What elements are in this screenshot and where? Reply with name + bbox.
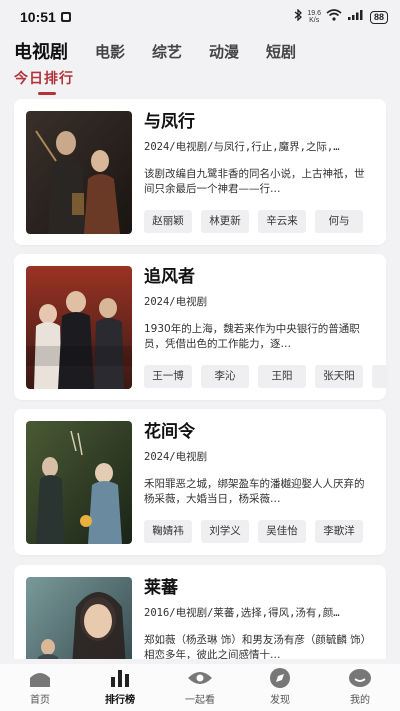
ranking-list[interactable]: 与凤行 2024/电视剧/与凤行,行止,魔界,之际,… 该剧改编自九鹭非香的同名… — [0, 99, 400, 659]
signal-icon — [347, 8, 365, 26]
poster-image[interactable] — [26, 266, 132, 389]
cast-chip[interactable]: 赵丽颖 — [144, 210, 192, 233]
item-description: 1930年的上海，魏若来作为中央银行的普通职员，凭借出色的工作能力，逐… — [144, 323, 360, 350]
cast-chip[interactable]: 张天阳 — [315, 365, 363, 388]
list-item[interactable]: 花间令 2024/电视剧 禾阳罪恶之城，绑架盈车的潘樾迎娶人人厌弃的杨采薇，大婚… — [14, 409, 386, 555]
notification-icon — [60, 8, 72, 27]
ranking-icon — [107, 667, 133, 689]
item-title[interactable]: 与凤行 — [144, 107, 195, 132]
cast-chip[interactable]: 鞠婧祎 — [144, 520, 192, 543]
cast-chip[interactable]: 吴佳怡 — [258, 520, 306, 543]
tab-movies[interactable]: 电影 — [95, 41, 125, 62]
compass-icon — [267, 667, 293, 689]
item-title[interactable]: 莱蕃 — [144, 573, 178, 598]
cast-list: 鞠婧祎 刘学义 吴佳怡 李歌洋 — [144, 520, 386, 544]
poster-image[interactable] — [26, 577, 132, 659]
home-icon — [27, 667, 53, 689]
eye-icon — [187, 667, 213, 689]
list-item[interactable]: 追风者 2024/电视剧 1930年的上海，魏若来作为中央银行的普通职员，凭借出… — [14, 254, 386, 400]
wifi-icon — [326, 8, 342, 26]
item-meta: 2024/电视剧 — [144, 451, 208, 463]
list-item[interactable]: 与凤行 2024/电视剧/与凤行,行止,魔界,之际,… 该剧改编自九鹭非香的同名… — [14, 99, 386, 245]
nav-watch-together[interactable]: 一起看 — [160, 664, 240, 711]
cast-chip[interactable] — [372, 365, 386, 388]
cast-chip[interactable]: 何与 — [315, 210, 363, 233]
item-title[interactable]: 花间令 — [144, 417, 195, 442]
item-meta: 2016/电视剧/莱蕃,选择,得风,汤有,颜… — [144, 607, 340, 619]
cast-list: 赵丽颖 林更新 辛云来 何与 — [144, 210, 386, 234]
active-underline — [38, 92, 56, 95]
item-title[interactable]: 追风者 — [144, 262, 195, 287]
item-meta: 2024/电视剧 — [144, 296, 208, 308]
cast-chip[interactable]: 李歌洋 — [315, 520, 363, 543]
bottom-nav: 首页 排行榜 一起看 发现 我的 — [0, 664, 400, 711]
nav-home[interactable]: 首页 — [0, 664, 80, 711]
section-title: 今日排行 — [14, 71, 74, 87]
cast-chip[interactable]: 林更新 — [201, 210, 249, 233]
category-tabs: 电视剧 电影 综艺 动漫 短剧 — [0, 34, 400, 68]
tab-tv-series[interactable]: 电视剧 — [14, 38, 68, 64]
poster-image[interactable] — [26, 421, 132, 544]
tab-anime[interactable]: 动漫 — [209, 41, 239, 62]
profile-icon — [347, 667, 373, 689]
nav-label: 一起看 — [185, 695, 215, 706]
item-description: 该剧改编自九鹭非香的同名小说，上古神祇，世间只余最后一个神君——行… — [144, 168, 365, 195]
nav-profile[interactable]: 我的 — [320, 664, 400, 711]
item-description: 郑如薇（杨丞琳 饰）和男友汤有彦（颜毓麟 饰）相恋多年，彼此之间感情十… — [144, 634, 372, 659]
cast-chip[interactable]: 王阳 — [258, 365, 306, 388]
battery-indicator: 88 — [369, 10, 388, 24]
nav-label: 首页 — [30, 695, 50, 706]
cast-chip[interactable]: 辛云来 — [258, 210, 306, 233]
cast-list: 王一博 李沁 王阳 张天阳 — [144, 365, 386, 389]
nav-label: 发现 — [270, 695, 290, 706]
nav-label: 排行榜 — [105, 695, 135, 706]
nav-discover[interactable]: 发现 — [240, 664, 320, 711]
today-ranking-tab[interactable]: 今日排行 — [14, 68, 74, 96]
cast-chip[interactable]: 李沁 — [201, 365, 249, 388]
tab-variety[interactable]: 综艺 — [152, 41, 182, 62]
tab-short-drama[interactable]: 短剧 — [266, 41, 296, 62]
nav-label: 我的 — [350, 695, 370, 706]
status-bar: 10:51 19.6 K/s 88 — [0, 0, 400, 34]
network-speed: 19.6 K/s — [307, 10, 321, 24]
nav-ranking[interactable]: 排行榜 — [80, 664, 160, 711]
bluetooth-icon — [294, 8, 303, 26]
poster-image[interactable] — [26, 111, 132, 234]
item-description: 禾阳罪恶之城，绑架盈车的潘樾迎娶人人厌弃的杨采薇，大婚当日，杨采薇… — [144, 478, 365, 505]
list-item[interactable]: 莱蕃 2016/电视剧/莱蕃,选择,得风,汤有,颜… 郑如薇（杨丞琳 饰）和男友… — [14, 565, 386, 659]
item-meta: 2024/电视剧/与凤行,行止,魔界,之际,… — [144, 141, 340, 153]
cast-chip[interactable]: 刘学义 — [201, 520, 249, 543]
status-time: 10:51 — [20, 9, 56, 25]
cast-chip[interactable]: 王一博 — [144, 365, 192, 388]
